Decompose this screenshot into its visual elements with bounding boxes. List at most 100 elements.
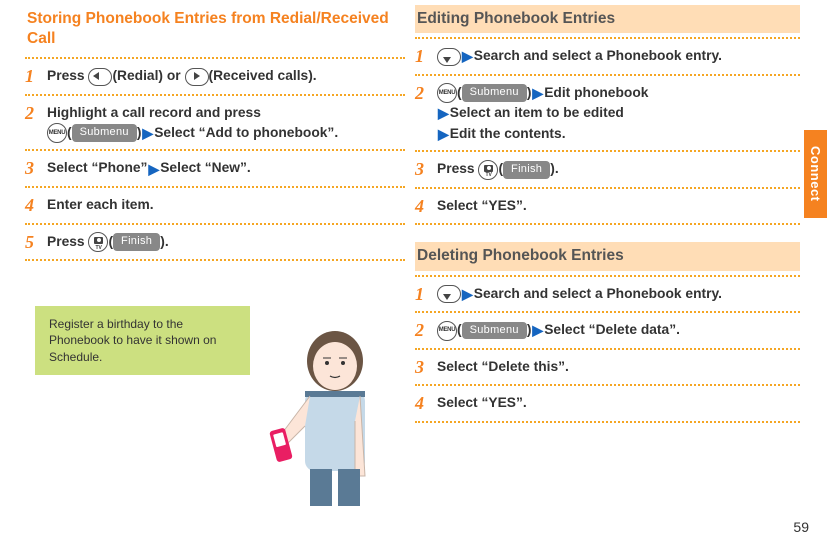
redial-button-icon (88, 68, 112, 86)
menu-button-icon: MENU (437, 321, 457, 341)
text-fragment: Select an item to be edited (450, 105, 624, 120)
arrow-icon: ▶ (142, 125, 153, 141)
text-fragment: Select “New”. (160, 160, 250, 175)
down-button-icon (437, 48, 461, 66)
right-column: Editing Phonebook Entries 1 ▶Search and … (415, 5, 800, 501)
text-fragment: Search and select a Phonebook entry. (474, 286, 722, 301)
divider (415, 348, 800, 350)
step-number: 5 (25, 232, 41, 254)
step-number: 3 (415, 357, 431, 379)
text-fragment: Edit phonebook (544, 85, 648, 100)
submenu-pill: Submenu (72, 124, 137, 142)
divider (25, 149, 405, 151)
received-calls-button-icon (185, 68, 209, 86)
text-fragment: Press (47, 234, 88, 249)
section-title-editing: Editing Phonebook Entries (415, 5, 800, 33)
text-fragment: or (163, 68, 184, 83)
step-text: Enter each item. (47, 195, 405, 215)
divider (25, 259, 405, 261)
submenu-pill: Submenu (462, 84, 527, 102)
step-2-left: 2 Highlight a call record and press MENU… (25, 99, 405, 147)
camera-button-icon: TV (478, 160, 498, 180)
step-text: Highlight a call record and press MENU(S… (47, 103, 405, 144)
text-fragment: Press (47, 68, 88, 83)
divider (415, 311, 800, 313)
text-fragment: . (555, 161, 559, 176)
step-number: 3 (415, 159, 431, 181)
step-text: Press (Redial) or (Received calls). (47, 66, 405, 86)
menu-button-icon: MENU (437, 83, 457, 103)
spacer (415, 228, 800, 242)
arrow-icon: ▶ (532, 322, 543, 338)
step-number: 1 (25, 66, 41, 88)
step-text: Select “YES”. (437, 196, 800, 216)
finish-pill: Finish (113, 233, 160, 251)
text-fragment: (Received calls). (209, 68, 317, 83)
arrow-icon: ▶ (532, 85, 543, 101)
text-fragment: (Redial) (112, 68, 163, 83)
step-4-left: 4 Enter each item. (25, 191, 405, 220)
step-5-left: 5 Press TV(Finish). (25, 228, 405, 257)
step-number: 4 (415, 393, 431, 415)
del-step-4: 4 Select “YES”. (415, 389, 800, 418)
del-step-1: 1 ▶Search and select a Phonebook entry. (415, 280, 800, 309)
camera-button-icon: TV (88, 232, 108, 252)
step-text: Press TV(Finish). (47, 232, 405, 252)
divider (25, 223, 405, 225)
step-text: Press TV(Finish). (437, 159, 800, 179)
divider (415, 37, 800, 39)
finish-pill: Finish (503, 161, 550, 179)
divider (25, 94, 405, 96)
divider (415, 275, 800, 277)
left-column: Storing Phonebook Entries from Redial/Re… (25, 5, 405, 501)
edit-step-4: 4 Select “YES”. (415, 192, 800, 221)
text-fragment: Select “Delete data”. (544, 322, 680, 337)
text-fragment: Highlight a call record and press (47, 105, 261, 120)
step-text: MENU(Submenu)▶Edit phonebook ▶Select an … (437, 83, 800, 145)
divider (415, 150, 800, 152)
text-fragment: Edit the contents. (450, 126, 566, 141)
step-number: 2 (415, 83, 431, 105)
text-fragment: . (165, 234, 169, 249)
tip-callout: Register a birthday to the Phonebook to … (35, 306, 250, 375)
divider (415, 223, 800, 225)
section-title-deleting: Deleting Phonebook Entries (415, 242, 800, 270)
step-number: 4 (25, 195, 41, 217)
menu-button-icon: MENU (47, 123, 67, 143)
step-number: 4 (415, 196, 431, 218)
step-1-left: 1 Press (Redial) or (Received calls). (25, 62, 405, 91)
arrow-icon: ▶ (462, 286, 473, 302)
edit-step-3: 3 Press TV(Finish). (415, 155, 800, 184)
down-button-icon (437, 285, 461, 303)
edit-step-1: 1 ▶Search and select a Phonebook entry. (415, 42, 800, 71)
arrow-icon: ▶ (438, 126, 449, 142)
step-number: 2 (415, 320, 431, 342)
divider (415, 74, 800, 76)
arrow-icon: ▶ (148, 161, 159, 177)
divider (415, 421, 800, 423)
divider (25, 57, 405, 59)
text-fragment: Search and select a Phonebook entry. (474, 48, 722, 63)
illustration-area: Register a birthday to the Phonebook to … (25, 301, 405, 501)
section-title-storing: Storing Phonebook Entries from Redial/Re… (25, 5, 405, 53)
divider (25, 186, 405, 188)
text-fragment: Press (437, 161, 478, 176)
step-text: Select “Delete this”. (437, 357, 800, 377)
divider (415, 384, 800, 386)
step-number: 2 (25, 103, 41, 125)
callout-tail-icon (220, 346, 248, 371)
step-text: Select “YES”. (437, 393, 800, 413)
step-text: MENU(Submenu)▶Select “Delete data”. (437, 320, 800, 341)
submenu-pill: Submenu (462, 322, 527, 340)
step-number: 1 (415, 284, 431, 306)
text-fragment: Select “Phone” (47, 160, 147, 175)
divider (415, 187, 800, 189)
text-fragment: Select “Add to phonebook”. (154, 125, 338, 140)
step-text: Select “Phone”▶Select “New”. (47, 158, 405, 179)
step-text: ▶Search and select a Phonebook entry. (437, 46, 800, 67)
step-number: 3 (25, 158, 41, 180)
page-number: 59 (793, 519, 809, 535)
del-step-2: 2 MENU(Submenu)▶Select “Delete data”. (415, 316, 800, 345)
del-step-3: 3 Select “Delete this”. (415, 353, 800, 382)
character-illustration (250, 321, 400, 506)
